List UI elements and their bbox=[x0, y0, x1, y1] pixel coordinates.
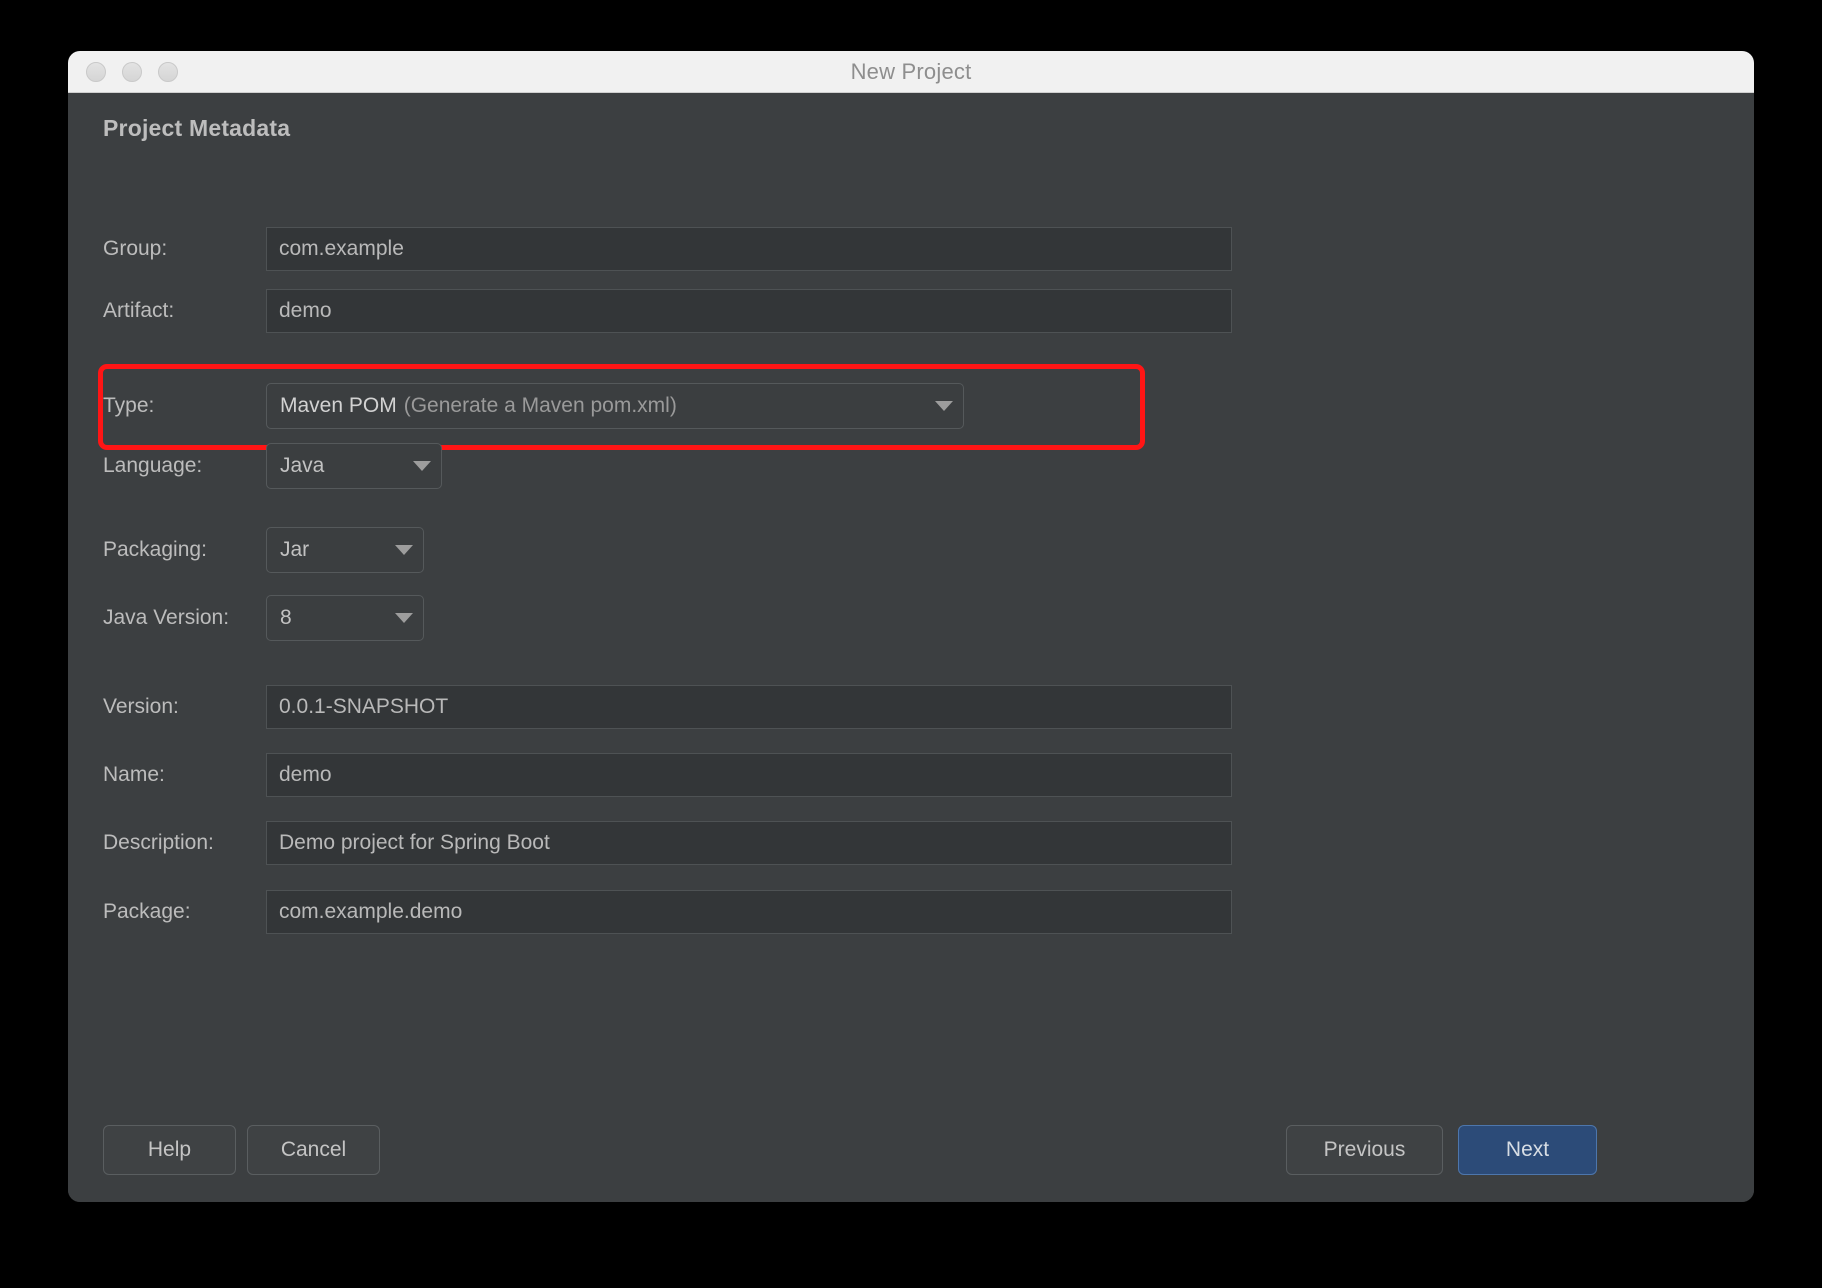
java-version-value: 8 bbox=[280, 606, 292, 629]
dialog-body: Project Metadata Group: com.example Arti… bbox=[68, 93, 1754, 1202]
group-label: Group: bbox=[103, 237, 168, 260]
form-row-description: Description: Demo project for Spring Boo… bbox=[68, 821, 1754, 865]
packaging-label: Packaging: bbox=[103, 538, 207, 561]
form-row-packaging: Packaging: Jar bbox=[68, 527, 1754, 573]
cancel-button[interactable]: Cancel bbox=[247, 1125, 380, 1175]
window-title: New Project bbox=[850, 58, 972, 84]
next-button[interactable]: Next bbox=[1458, 1125, 1597, 1175]
artifact-input[interactable]: demo bbox=[266, 289, 1232, 333]
description-input[interactable]: Demo project for Spring Boot bbox=[266, 821, 1232, 865]
package-input[interactable]: com.example.demo bbox=[266, 890, 1232, 934]
name-input[interactable]: demo bbox=[266, 753, 1232, 797]
form-row-java-version: Java Version: 8 bbox=[68, 595, 1754, 641]
form-row-name: Name: demo bbox=[68, 753, 1754, 797]
group-input[interactable]: com.example bbox=[266, 227, 1232, 271]
form-row-group: Group: com.example bbox=[68, 227, 1754, 271]
maximize-window-button[interactable] bbox=[158, 61, 178, 82]
version-input[interactable]: 0.0.1-SNAPSHOT bbox=[266, 685, 1232, 729]
package-label: Package: bbox=[103, 900, 191, 923]
chevron-down-icon bbox=[395, 545, 413, 555]
language-dropdown[interactable]: Java bbox=[266, 443, 442, 489]
artifact-label: Artifact: bbox=[103, 299, 175, 322]
window-titlebar: New Project bbox=[68, 51, 1754, 93]
previous-button[interactable]: Previous bbox=[1286, 1125, 1443, 1175]
chevron-down-icon bbox=[413, 461, 431, 471]
language-label: Language: bbox=[103, 454, 203, 477]
new-project-dialog: New Project Project Metadata Group: com.… bbox=[68, 51, 1754, 1202]
packaging-dropdown[interactable]: Jar bbox=[266, 527, 424, 573]
form-row-package: Package: com.example.demo bbox=[68, 890, 1754, 934]
java-version-label: Java Version: bbox=[103, 606, 230, 629]
form-row-version: Version: 0.0.1-SNAPSHOT bbox=[68, 685, 1754, 729]
close-window-button[interactable] bbox=[86, 61, 106, 82]
chevron-down-icon bbox=[935, 401, 953, 411]
help-button[interactable]: Help bbox=[103, 1125, 236, 1175]
description-label: Description: bbox=[103, 831, 214, 854]
type-value-secondary: (Generate a Maven pom.xml) bbox=[403, 394, 677, 417]
type-dropdown[interactable]: Maven POM (Generate a Maven pom.xml) bbox=[266, 383, 964, 429]
type-label: Type: bbox=[103, 394, 155, 417]
packaging-value: Jar bbox=[280, 538, 310, 561]
form-row-artifact: Artifact: demo bbox=[68, 289, 1754, 333]
name-label: Name: bbox=[103, 763, 165, 786]
language-value: Java bbox=[280, 454, 325, 477]
chevron-down-icon bbox=[395, 613, 413, 623]
type-value-primary: Maven POM bbox=[280, 394, 397, 417]
version-label: Version: bbox=[103, 695, 179, 718]
form-row-language: Language: Java bbox=[68, 443, 1754, 489]
minimize-window-button[interactable] bbox=[122, 61, 142, 82]
java-version-dropdown[interactable]: 8 bbox=[266, 595, 424, 641]
page-title: Project Metadata bbox=[103, 115, 291, 141]
traffic-light-group bbox=[86, 61, 178, 82]
form-row-type: Type: Maven POM (Generate a Maven pom.xm… bbox=[68, 383, 1754, 429]
